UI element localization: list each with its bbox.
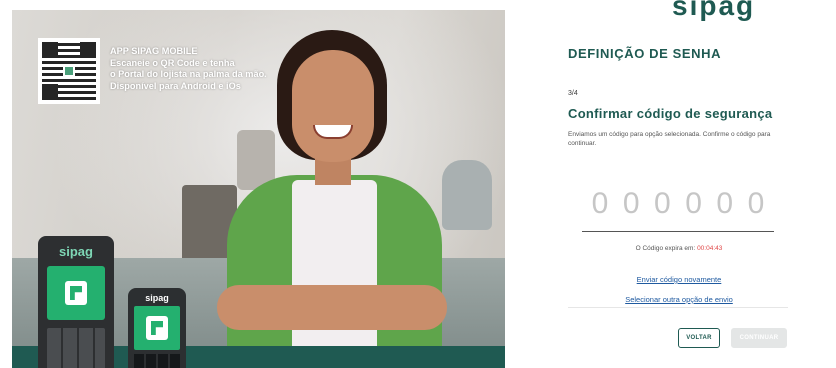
promo-line: APP SIPAG MOBILE bbox=[110, 46, 198, 56]
qr-code-icon bbox=[38, 38, 100, 104]
hero-banner: APP SIPAG MOBILE Escaneie o QR Code e te… bbox=[12, 10, 505, 368]
back-button[interactable]: VOLTAR bbox=[678, 328, 720, 348]
resend-code-link[interactable]: Enviar código novamente bbox=[568, 275, 790, 284]
promo-line: Disponível para Android e iOs bbox=[110, 80, 241, 91]
page-title: DEFINIÇÃO DE SENHA bbox=[568, 46, 722, 61]
keypad bbox=[134, 354, 180, 368]
divider bbox=[568, 307, 788, 308]
sipag-logo-icon bbox=[65, 281, 87, 305]
promo-line: Escaneie o QR Code e tenha bbox=[110, 57, 235, 68]
code-digit-4[interactable]: 0 bbox=[682, 184, 706, 231]
code-digit-6[interactable]: 0 bbox=[744, 184, 768, 231]
step-indicator: 3/4 bbox=[568, 90, 578, 97]
security-code-input[interactable]: 0 0 0 0 0 0 bbox=[582, 184, 774, 232]
code-expiry-text: O Código expira em: 00:04:43 bbox=[568, 245, 790, 252]
instructions-text: Enviamos um código para opção selecionad… bbox=[568, 131, 771, 147]
password-definition-form: DEFINIÇÃO DE SENHA 3/4 Confirmar código … bbox=[568, 0, 798, 368]
mobile-terminal-image: sipag bbox=[128, 288, 186, 368]
code-digit-1[interactable]: 0 bbox=[588, 184, 612, 231]
other-option-link[interactable]: Selecionar outra opção de envio bbox=[568, 295, 790, 304]
code-digit-2[interactable]: 0 bbox=[619, 184, 643, 231]
pos-terminal-image: sipag bbox=[38, 236, 114, 368]
code-digit-3[interactable]: 0 bbox=[650, 184, 674, 231]
expiry-label: O Código expira em: bbox=[635, 245, 696, 252]
continue-button[interactable]: CONTINUAR bbox=[731, 328, 787, 348]
sipag-logo-icon bbox=[146, 316, 168, 340]
section-title: Confirmar código de segurança bbox=[568, 106, 773, 121]
phone-brand-label: sipag bbox=[145, 293, 169, 303]
app-promo-text: APP SIPAG MOBILE Escaneie o QR Code e te… bbox=[110, 46, 267, 92]
expiry-timer: 00:04:43 bbox=[697, 245, 723, 252]
promo-line: o Portal do lojista na palma da mão. bbox=[110, 69, 267, 79]
code-digit-5[interactable]: 0 bbox=[713, 184, 737, 231]
keypad bbox=[47, 328, 105, 368]
pos-brand-label: sipag bbox=[59, 244, 93, 259]
